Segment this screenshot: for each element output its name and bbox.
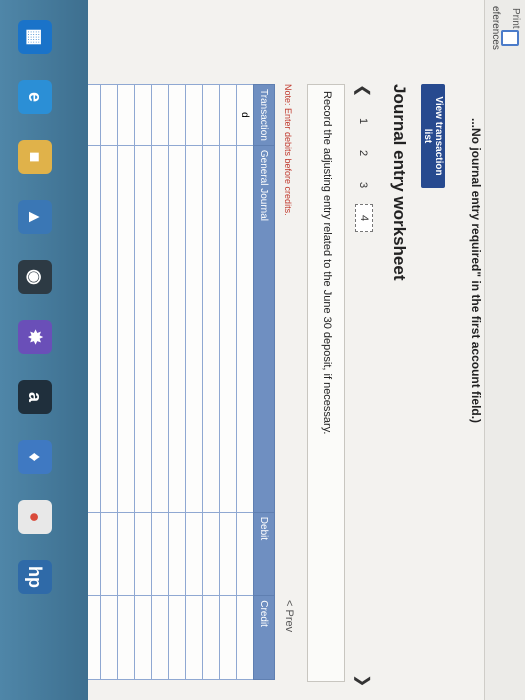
account-cell[interactable] [134,145,152,513]
tab-1[interactable]: 1 [357,112,369,130]
internet-explorer-icon[interactable]: e [18,80,52,114]
debit-cell[interactable] [151,512,169,596]
prev-link[interactable]: < Prev [283,600,295,632]
worksheet-title: Journal entry worksheet [390,84,409,281]
instruction-text: ...No journal entry required" in the fir… [469,118,483,424]
amazon-icon[interactable]: a [18,380,52,414]
table-row [185,84,203,680]
transaction-cell [117,84,135,146]
photos-icon[interactable]: ✸ [18,320,52,354]
credit-cell[interactable] [168,595,186,680]
debit-cell[interactable] [168,512,186,596]
table-row [219,84,237,680]
table-row [100,84,118,680]
chevron-left-icon[interactable]: ❮ [353,84,373,97]
chevron-right-icon[interactable]: ❯ [353,674,373,687]
transaction-header: Transaction [253,84,275,146]
account-cell[interactable] [151,145,169,513]
debit-cell[interactable] [100,512,118,596]
table-row [168,84,186,680]
transaction-cell [168,84,186,146]
references-icon[interactable] [501,30,519,46]
account-cell[interactable] [219,145,237,513]
debit-header: Debit [253,512,275,596]
debit-cell[interactable] [134,512,152,596]
tab-3[interactable]: 3 [357,176,369,194]
debit-cell[interactable] [219,512,237,596]
worksheet-nav: ❮ 1 2 3 4 ❯ [349,84,373,690]
transaction-cell: d [236,84,254,146]
account-cell[interactable] [236,145,254,513]
print-link[interactable]: Print [510,8,521,29]
chrome-icon[interactable]: ● [18,500,52,534]
tab-4[interactable]: 4 [355,204,373,232]
transaction-cell [219,84,237,146]
transaction-cell [151,84,169,146]
camera-icon[interactable]: ◉ [18,260,52,294]
debit-cell[interactable] [117,512,135,596]
file-explorer-icon[interactable]: ■ [18,140,52,174]
credit-cell[interactable] [202,595,220,680]
debit-cell[interactable] [236,512,254,596]
references-strip: Print eferences [484,0,525,700]
start-icon[interactable]: ▦ [18,20,52,54]
credit-cell[interactable] [100,595,118,680]
account-cell[interactable] [100,145,118,513]
credit-cell[interactable] [236,595,254,680]
table-row [151,84,169,680]
journal-header-row: Transaction General Journal Debit Credit [253,84,275,680]
transaction-cell [134,84,152,146]
prompt-text: Record the adjusting entry related to th… [321,91,333,435]
tab-2[interactable]: 2 [357,144,369,162]
account-cell[interactable] [202,145,220,513]
table-row [134,84,152,680]
account-cell[interactable] [168,145,186,513]
table-row [202,84,220,680]
credit-cell[interactable] [219,595,237,680]
account-cell[interactable] [117,145,135,513]
hp-icon[interactable]: hp [18,560,52,594]
debit-cell[interactable] [185,512,203,596]
screen: Print eferences ...No journal entry requ… [0,0,525,700]
taskbar: ▦ e ■ ▲ ◉ ✸ a ♦ ● hp [0,0,88,700]
table-row: d [236,84,254,680]
credit-cell[interactable] [117,595,135,680]
credit-cell[interactable] [134,595,152,680]
transaction-cell [185,84,203,146]
references-link[interactable]: eferences [490,6,501,50]
table-row [117,84,135,680]
note-text: Note: Enter debits before credits. [283,84,293,216]
view-transaction-list-button[interactable]: View transaction list [421,84,445,188]
credit-header: Credit [253,595,275,680]
credit-cell[interactable] [185,595,203,680]
general-journal-header: General Journal [253,145,275,513]
dropbox-icon[interactable]: ♦ [18,440,52,474]
debit-cell[interactable] [202,512,220,596]
prompt-box: Record the adjusting entry related to th… [307,84,345,682]
transaction-cell [202,84,220,146]
store-icon[interactable]: ▲ [18,200,52,234]
credit-cell[interactable] [151,595,169,680]
transaction-cell [100,84,118,146]
account-cell[interactable] [185,145,203,513]
